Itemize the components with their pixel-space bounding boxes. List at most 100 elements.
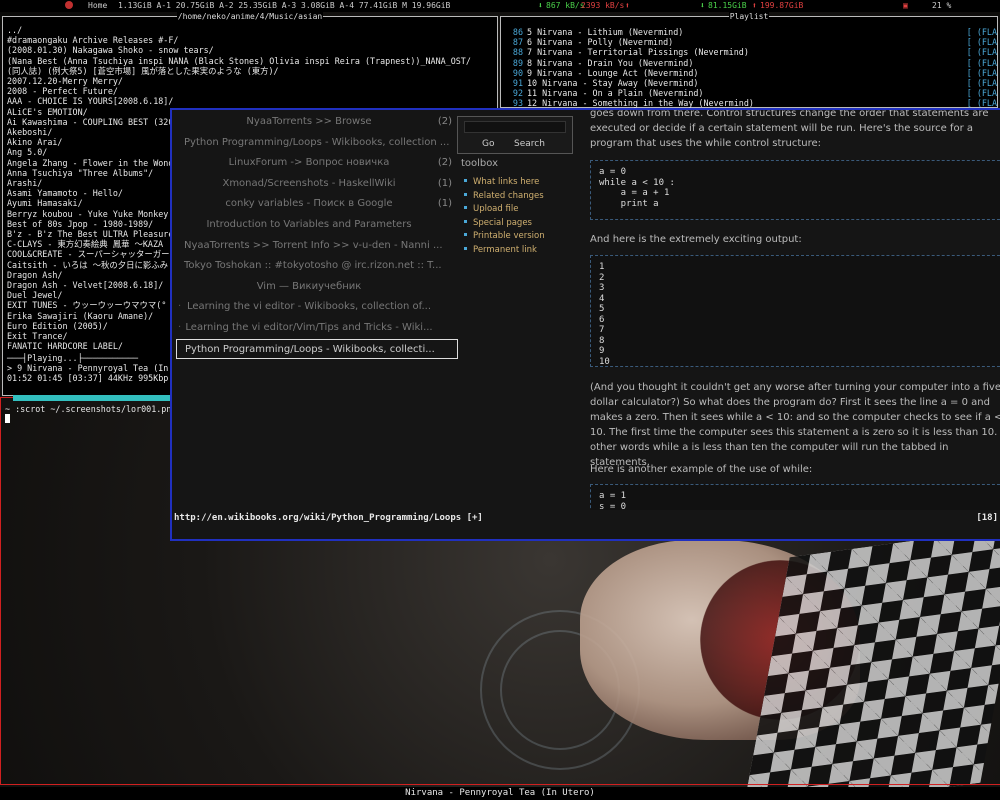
toolbox-link[interactable]: Upload file	[464, 203, 545, 217]
track-time-info: 01:52 01:45 [03:37] 44KHz 995Kbp	[7, 373, 169, 384]
playlist-row-number: 89	[512, 57, 523, 68]
file-entry[interactable]: (2008.01.30) Nakagawa Shoko - snow tears…	[7, 45, 495, 55]
tab-label: Introduction to Variables and Parameters	[206, 218, 412, 230]
playlist-row[interactable]: 88 7 Nirvana - Territorial Pissings (Neve…	[509, 47, 997, 57]
net-up-speed: 2393 kB/s	[581, 1, 625, 10]
playlist-row[interactable]: 87 6 Nirvana - Polly (Nevermind) [ (FLA	[509, 37, 997, 47]
file-browser-title: /home/neko/anime/4/Music/asian	[176, 12, 324, 21]
tab-count: (1)	[437, 198, 452, 210]
playlist-row[interactable]: 89 8 Nirvana - Drain You (Nevermind) [ (FL…	[509, 58, 997, 68]
playback-progress-bar[interactable]	[13, 395, 179, 401]
toolbox-link[interactable]: Related changes	[464, 190, 545, 204]
search-input[interactable]	[464, 121, 566, 133]
playlist-row-format: [ (FLA	[966, 88, 997, 99]
toolbox-heading: toolbox	[461, 158, 499, 169]
playlist-row-number: 88	[512, 47, 523, 58]
tab-count: (2)	[437, 157, 452, 169]
file-entry[interactable]: ../	[7, 25, 495, 35]
browser-tab[interactable]: Learning the vi editor - Wikibooks, coll…	[176, 297, 458, 318]
net-up-arrow-icon: ⬆	[625, 1, 630, 10]
playlist-row-number: 90	[512, 67, 523, 78]
terminal-cursor	[5, 414, 10, 423]
search-panel: Go Search	[457, 116, 573, 154]
playlist-row-number: 91	[512, 78, 523, 89]
browser-tab[interactable]: Tokyo Toshokan :: #tokyotosho @ irc.rizo…	[176, 256, 458, 277]
playlist-row[interactable]: 91 10 Nirvana - Stay Away (Nevermind) [ (F…	[509, 78, 997, 88]
article-content: goes down from there. Control structures…	[588, 110, 1000, 510]
article-paragraph: And here is the extremely exciting outpu…	[590, 234, 802, 245]
browser-tab[interactable]: Vim — Викиучебник	[176, 277, 458, 298]
tab-label: Learning the vi editor/Vim/Tips and Tric…	[185, 321, 433, 333]
file-entry[interactable]: #dramaongaku Archive Releases #-F/	[7, 35, 495, 45]
playlist-row[interactable]: 92 11 Nirvana - On a Plain (Nevermind) [ (…	[509, 88, 997, 98]
net-down-speed: 867 kB/s	[546, 1, 585, 10]
playlist-list[interactable]: 86 5 Nirvana - Lithium (Nevermind)[ (FLA 8…	[509, 27, 997, 109]
tab-label: Tokyo Toshokan :: #tokyotosho @ irc.rizo…	[184, 260, 442, 272]
tab-label: Vim — Викиучебник	[256, 280, 362, 292]
go-button[interactable]: Go	[482, 139, 494, 149]
toolbox-link[interactable]: What links here	[464, 176, 545, 190]
browser-tab[interactable]: NyaaTorrents >> Browse (2)	[176, 112, 458, 133]
disk-usage: 1.13GiB A-1 20.75GiB A-2 25.35GiB A-3 3.…	[118, 1, 451, 10]
code-block: a = 0 while a < 10 : a = a + 1 print a	[590, 160, 1000, 220]
browser-tab[interactable]: LinuxForum -> Вопрос новичка (2)	[176, 153, 458, 174]
toolbox-list: What links here Related changes Upload fil…	[464, 176, 545, 258]
playlist-row-number: 87	[512, 37, 523, 48]
playing-label: ───┤Playing...├───────────	[7, 353, 139, 363]
tab-list[interactable]: NyaaTorrents >> Browse (2) Python Programm…	[176, 112, 458, 360]
playlist-row-format: [ (FLA	[966, 47, 997, 58]
playlist-pane[interactable]: Playlist 86 5 Nirvana - Lithium (Nevermin…	[500, 12, 998, 109]
browser-tab[interactable]: conky variables - Поиск в Google (1)	[176, 194, 458, 215]
playlist-row-format: [ (FLA	[966, 37, 997, 48]
status-position: [18]	[976, 513, 998, 523]
tab-label: NyaaTorrents >> Torrent Info >> v-u-den …	[184, 239, 443, 251]
search-button[interactable]: Search	[514, 139, 545, 149]
browser-tab[interactable]: Python Programming/Loops - Wikibooks, co…	[176, 133, 458, 154]
playlist-row-title: 5 Nirvana - Lithium (Nevermind)	[527, 27, 684, 37]
playlist-row-format: [ (FLA	[966, 27, 997, 37]
browser-tab[interactable]: NyaaTorrents >> Torrent Info >> v-u-den …	[176, 236, 458, 257]
now-playing-bar: Nirvana - Pennyroyal Tea (In Utero)	[0, 787, 1000, 800]
playlist-row-title: 11 Nirvana - On a Plain (Nevermind)	[527, 88, 704, 99]
playlist-row-title: 7 Nirvana - Territorial Pissings (Neverm…	[527, 47, 749, 58]
browser-tab[interactable]: Learning the vi editor/Vim/Tips and Tric…	[176, 318, 458, 339]
playlist-row-title: 8 Nirvana - Drain You (Nevermind)	[527, 57, 694, 68]
now-playing-song: Nirvana - Pennyroyal Tea (In Utero)	[405, 788, 595, 798]
playlist-row[interactable]: 86 5 Nirvana - Lithium (Nevermind) [ (FLA	[509, 27, 997, 37]
browser-tab[interactable]: Introduction to Variables and Parameters	[176, 215, 458, 236]
article-paragraph: (And you thought it couldn't get any wor…	[590, 382, 1000, 468]
tab-label: conky variables - Поиск в Google	[225, 198, 393, 210]
tab-label: Xmonad/Screenshots - HaskellWiki	[222, 177, 396, 189]
total-down: 81.15GiB	[708, 1, 747, 10]
toolbox-link[interactable]: Permanent link	[464, 244, 545, 258]
volume-level: 21 %	[932, 1, 952, 10]
toolbox-link[interactable]: Printable version	[464, 230, 545, 244]
now-playing-panel: ───┤Playing...├─────────── > 9 Nirvana -…	[7, 353, 178, 384]
file-entry[interactable]: (同人誌) (例大祭5) [蒼空市場] 風が落とした果実のような (東方)/	[7, 66, 495, 76]
total-up: 199.87GiB	[760, 1, 804, 10]
terminal-command: ~ :scrot ~/.screenshots/lor001.png	[5, 404, 177, 414]
article-paragraph: goes down from there. Control structures…	[590, 110, 989, 149]
tab-label: Learning the vi editor - Wikibooks, coll…	[186, 301, 431, 313]
tab-label: Python Programming/Loops - Wikibooks, co…	[185, 343, 435, 355]
file-entry[interactable]: 2008 - Perfect Future/	[7, 86, 495, 96]
browser-tab[interactable]: Python Programming/Loops - Wikibooks, co…	[176, 338, 458, 360]
playlist-row-title: 6 Nirvana - Polly (Nevermind)	[527, 37, 674, 48]
file-entry[interactable]: 2007.12.20-Merry Merry/	[7, 76, 495, 86]
playlist-row[interactable]: 90 9 Nirvana - Lounge Act (Nevermind) [ (F…	[509, 68, 997, 78]
total-up-arrow-icon: ⬆	[752, 1, 757, 10]
playlist-row-format: [ (FLA	[966, 57, 997, 68]
browser-tab[interactable]: Xmonad/Screenshots - HaskellWiki (1)	[176, 174, 458, 195]
browser-window[interactable]: NyaaTorrents >> Browse (2) Python Programm…	[170, 108, 1000, 541]
file-entry[interactable]: (Nana Best (Anna Tsuchiya inspi NANA (Bl…	[7, 56, 495, 66]
tab-label: NyaaTorrents >> Browse	[246, 116, 372, 127]
file-entry[interactable]: AAA - CHOICE IS YOURS[2008.6.18]/	[7, 96, 495, 106]
toolbox-link[interactable]: Special pages	[464, 217, 545, 231]
output-block: 1 2 3 4 5 6 7 8 9 10	[590, 255, 1000, 367]
home-label: Home	[88, 1, 108, 10]
playlist-row-format: [ (FLA	[966, 67, 997, 78]
code-block: a = 1 s = 0	[590, 484, 1000, 510]
tab-count: (1)	[437, 177, 452, 189]
net-down-arrow-icon: ⬇	[538, 1, 543, 10]
playlist-row-format: [ (FLA	[966, 78, 997, 89]
